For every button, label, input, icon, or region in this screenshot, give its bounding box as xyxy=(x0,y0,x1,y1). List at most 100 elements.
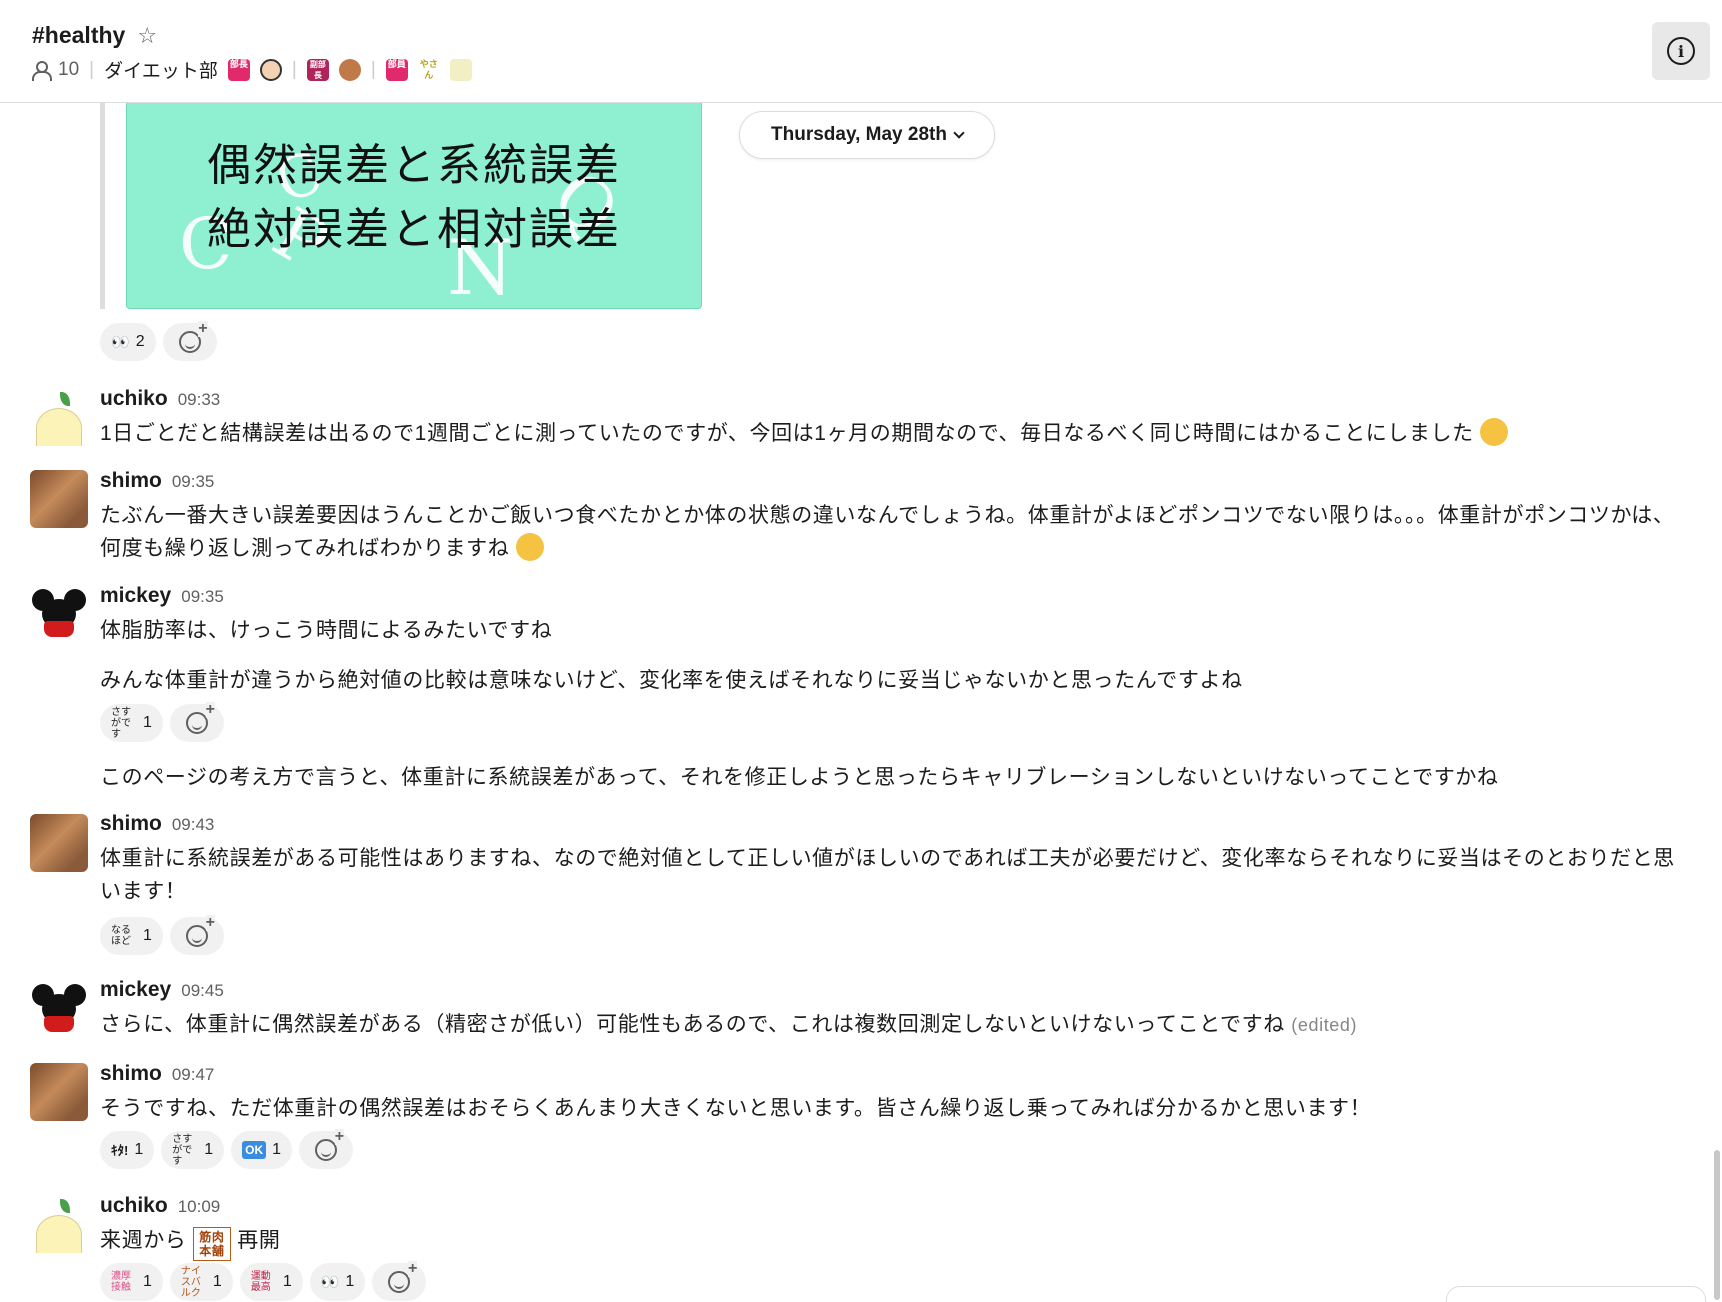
buin-stamp-icon: 部員 xyxy=(385,58,408,81)
divider: | xyxy=(370,58,376,80)
reaction-pill[interactable]: 運動最高 1 xyxy=(239,1263,303,1301)
leaf-icon xyxy=(60,1199,70,1213)
username[interactable]: shimo xyxy=(100,1062,162,1086)
mickey-shorts xyxy=(44,1016,74,1032)
reaction-count: 1 xyxy=(212,1273,222,1290)
reaction-pill[interactable]: 濃厚接触 1 xyxy=(100,1263,163,1301)
reaction-bar: なるほど 1 xyxy=(100,915,224,955)
star-icon[interactable]: ☆ xyxy=(137,23,157,49)
channel-header: #healthy ☆ 10 | ダイエット部 部長 | 副部長 | 部員 やさん… xyxy=(0,0,1722,103)
attachment-text-line2: 絶対誤差と相対誤差 xyxy=(207,204,621,255)
avatar[interactable] xyxy=(30,980,88,1038)
channel-name[interactable]: #healthy xyxy=(32,22,125,49)
channel-meta: 10 | ダイエット部 部長 | 副部長 | 部員 やさん xyxy=(32,56,472,83)
ok-icon: OK xyxy=(242,1141,267,1159)
avatar[interactable] xyxy=(30,585,88,643)
naruhodo-icon: なるほど xyxy=(111,925,131,947)
username[interactable]: mickey xyxy=(100,978,171,1002)
reaction-count: 1 xyxy=(143,1273,152,1290)
person-face-icon xyxy=(338,58,361,81)
bucho-stamp-icon: 部長 xyxy=(227,58,250,81)
reaction-bar: さすがです 1 xyxy=(100,702,224,742)
username[interactable]: uchiko xyxy=(100,1194,168,1218)
scrollbar[interactable] xyxy=(1714,1150,1720,1300)
reaction-pill[interactable]: なるほど 1 xyxy=(100,917,163,955)
timestamp[interactable]: 09:45 xyxy=(181,981,224,1001)
timestamp[interactable]: 09:35 xyxy=(181,587,224,607)
member-count[interactable]: 10 xyxy=(58,59,79,81)
reaction-pill[interactable]: さすがです 1 xyxy=(100,704,163,742)
date-divider-label: Thursday, May 28th xyxy=(771,124,947,145)
kita-icon: ｷﾀ! xyxy=(111,1142,129,1158)
channel-topic: ダイエット部 xyxy=(104,61,218,82)
message-header: uchiko 10:09 xyxy=(100,1194,220,1218)
message-header: shimo 09:43 xyxy=(100,812,214,836)
reaction-pill[interactable]: ｷﾀ! 1 xyxy=(100,1131,155,1169)
edited-label: (edited) xyxy=(1291,1015,1358,1035)
message-body: 来週から 筋肉本舗 再開 xyxy=(100,1224,1690,1261)
date-divider-button[interactable]: Thursday, May 28th xyxy=(739,111,995,159)
add-emoji-icon xyxy=(185,702,215,734)
timestamp[interactable]: 09:43 xyxy=(172,815,215,835)
username[interactable]: shimo xyxy=(100,812,162,836)
chick-icon xyxy=(36,1215,82,1253)
reaction-bar: ｷﾀ! 1 さすがです 1 OK 1 xyxy=(100,1129,354,1169)
message-text: さらに、体重計に偶然誤差がある（精密さが低い）可能性もあるので、これは複数回測定… xyxy=(100,1013,1285,1036)
avatar[interactable] xyxy=(30,814,88,872)
add-reaction-button[interactable] xyxy=(299,1129,354,1169)
members-icon[interactable] xyxy=(32,60,52,81)
message-text: このページの考え方で言うと、体重計に系統誤差があって、それを修正しようと思ったら… xyxy=(100,766,1499,789)
add-reaction-button[interactable] xyxy=(169,702,224,742)
username[interactable]: uchiko xyxy=(100,387,168,411)
sasuga-desu-icon: さすがです xyxy=(172,1133,193,1167)
add-reaction-button[interactable] xyxy=(372,1261,427,1301)
reaction-pill[interactable]: 👀 2 xyxy=(100,323,156,361)
avatar[interactable] xyxy=(30,1063,88,1121)
fukubucho-stamp-icon: 副部長 xyxy=(306,58,329,81)
username[interactable]: shimo xyxy=(100,469,162,493)
eyes-icon: 👀 xyxy=(111,333,130,351)
timestamp[interactable]: 09:47 xyxy=(172,1065,215,1085)
noukou-sesshoku-icon: 濃厚接触 xyxy=(111,1271,131,1293)
mickey-shorts xyxy=(44,621,74,637)
attachment-image[interactable]: C C P N Q 偶然誤差と系統誤差 絶対誤差と相対誤差 xyxy=(126,103,702,309)
avatar[interactable] xyxy=(30,1195,88,1253)
reaction-pill[interactable]: OK 1 xyxy=(231,1131,293,1169)
message-body: 1日ごとだと結構誤差は出るので1週間ごとに測っていたのですが、今回は1ヶ月の期間… xyxy=(100,417,1690,450)
reaction-count: 1 xyxy=(272,1141,282,1158)
reaction-count: 2 xyxy=(135,333,145,350)
jump-to-recent-pill[interactable] xyxy=(1446,1286,1706,1302)
divider: | xyxy=(89,58,95,80)
add-emoji-icon xyxy=(185,915,215,947)
avatar[interactable] xyxy=(30,388,88,446)
chevron-down-icon xyxy=(953,127,965,139)
relieved-face-icon xyxy=(1480,418,1509,446)
reaction-bar: 👀 2 xyxy=(100,321,217,361)
avatar[interactable] xyxy=(30,470,88,528)
reaction-count: 1 xyxy=(143,927,152,944)
timestamp[interactable]: 09:33 xyxy=(178,390,221,410)
kinniku-honpo-stamp-icon: 筋肉本舗 xyxy=(192,1227,231,1261)
add-reaction-button[interactable] xyxy=(169,915,224,955)
add-emoji-icon xyxy=(178,321,208,353)
reaction-pill[interactable]: ナイスバルク 1 xyxy=(169,1263,233,1301)
reaction-count: 1 xyxy=(134,1141,144,1158)
undou-icon: 運動最高 xyxy=(250,1271,271,1293)
reaction-count: 1 xyxy=(345,1273,355,1290)
message-header: shimo 09:47 xyxy=(100,1062,214,1086)
channel-details-button[interactable]: i xyxy=(1652,22,1710,80)
message-body: たぶん一番大きい誤差要因はうんことかご飯いつ食べたかとか体の状態の違いなんでしょ… xyxy=(100,499,1690,565)
reaction-pill[interactable]: 👀 1 xyxy=(309,1263,366,1301)
channel-title-row: #healthy ☆ xyxy=(32,22,157,49)
timestamp[interactable]: 10:09 xyxy=(178,1197,221,1217)
timestamp[interactable]: 09:35 xyxy=(172,472,215,492)
username[interactable]: mickey xyxy=(100,584,171,608)
reaction-pill[interactable]: さすがです 1 xyxy=(161,1131,225,1169)
add-emoji-icon xyxy=(388,1261,418,1293)
message-text: たぶん一番大きい誤差要因はうんことかご飯いつ食べたかとか体の状態の違いなんでしょ… xyxy=(100,504,1675,560)
reaction-count: 1 xyxy=(143,714,152,731)
reaction-count: 1 xyxy=(204,1141,214,1158)
add-reaction-button[interactable] xyxy=(162,321,217,361)
message-text: そうですね、ただ体重計の偶然誤差はおそらくあんまり大きくないと思います。皆さん繰… xyxy=(100,1097,1372,1120)
message-text: 体重計に系統誤差がある可能性はありますね、なので絶対値として正しい値がほしいので… xyxy=(100,847,1675,903)
